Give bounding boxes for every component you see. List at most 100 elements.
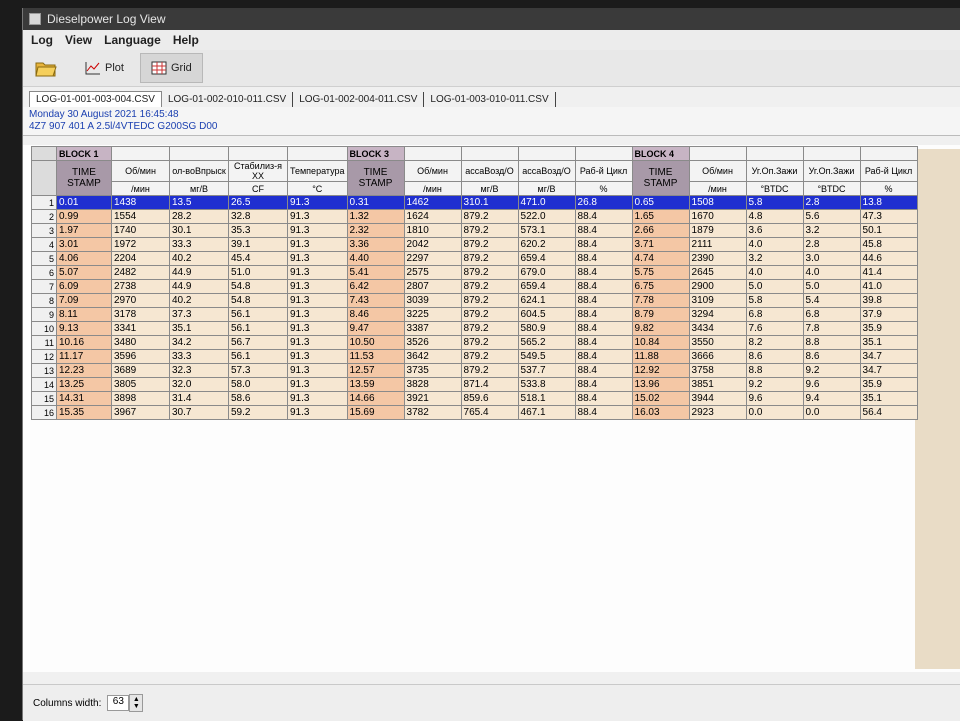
- table-row[interactable]: 8 7.09 2970 40.2 54.8 91.3 7.43 3039 879.2 624.1 8…: [31, 293, 918, 308]
- row-number[interactable]: 14: [31, 377, 57, 392]
- timestamp-cell[interactable]: 15.69: [346, 405, 405, 420]
- value-cell[interactable]: 54.8: [228, 279, 288, 294]
- value-cell[interactable]: 44.9: [169, 279, 229, 294]
- timestamp-cell[interactable]: 3.01: [56, 237, 112, 252]
- value-cell[interactable]: 3666: [688, 349, 747, 364]
- value-cell[interactable]: 56.1: [228, 349, 288, 364]
- value-cell[interactable]: 2297: [403, 251, 462, 266]
- value-cell[interactable]: 537.7: [517, 363, 576, 378]
- b1-rpm-header[interactable]: Об/мин: [111, 160, 170, 182]
- value-cell[interactable]: 51.0: [228, 265, 288, 280]
- row-number[interactable]: 16: [31, 405, 57, 420]
- value-cell[interactable]: 8.2: [745, 335, 804, 350]
- value-cell[interactable]: 3341: [111, 321, 170, 336]
- value-cell[interactable]: 879.2: [460, 363, 519, 378]
- timestamp-cell[interactable]: 7.78: [631, 293, 690, 308]
- row-number[interactable]: 10: [31, 321, 57, 336]
- value-cell[interactable]: 1810: [403, 223, 462, 238]
- table-row[interactable]: 11 10.16 3480 34.2 56.7 91.3 10.50 3526 879.2 565…: [31, 335, 918, 350]
- value-cell[interactable]: 7.8: [802, 321, 861, 336]
- b1-temp-header[interactable]: Температура: [287, 160, 348, 182]
- row-number[interactable]: 2: [31, 209, 57, 224]
- spin-up-icon[interactable]: ▲: [133, 696, 140, 703]
- value-cell[interactable]: 1624: [403, 209, 462, 224]
- timestamp-cell[interactable]: 11.17: [56, 349, 112, 364]
- timestamp-cell[interactable]: 9.47: [346, 321, 405, 336]
- value-cell[interactable]: 88.4: [574, 251, 633, 266]
- timestamp-cell[interactable]: 12.57: [346, 363, 405, 378]
- value-cell[interactable]: 3851: [688, 377, 747, 392]
- value-cell[interactable]: 3178: [111, 307, 170, 322]
- value-cell[interactable]: 54.8: [228, 293, 288, 308]
- value-cell[interactable]: 1740: [111, 223, 170, 238]
- timestamp-cell[interactable]: 1.32: [346, 209, 405, 224]
- timestamp-cell[interactable]: 3.71: [631, 237, 690, 252]
- timestamp-cell[interactable]: 15.02: [631, 391, 690, 406]
- value-cell[interactable]: 39.8: [859, 293, 918, 308]
- value-cell[interactable]: 5.6: [802, 209, 861, 224]
- value-cell[interactable]: 2970: [111, 293, 170, 308]
- value-cell[interactable]: 765.4: [460, 405, 519, 420]
- value-cell[interactable]: 5.0: [745, 279, 804, 294]
- value-cell[interactable]: 91.3: [287, 237, 348, 252]
- b4-timing2-header[interactable]: Уг.Оп.Зажи: [802, 160, 861, 182]
- value-cell[interactable]: 3039: [403, 293, 462, 308]
- value-cell[interactable]: 0.0: [745, 405, 804, 420]
- value-cell[interactable]: 37.9: [859, 307, 918, 322]
- value-cell[interactable]: 28.2: [169, 209, 229, 224]
- table-row[interactable]: 1 0.01 1438 13.5 26.5 91.3 0.31 1462 310.1 471.0 2…: [31, 195, 918, 210]
- timestamp-cell[interactable]: 2.32: [346, 223, 405, 238]
- value-cell[interactable]: 3828: [403, 377, 462, 392]
- value-cell[interactable]: 91.3: [287, 279, 348, 294]
- b3-rpm-header[interactable]: Об/мин: [403, 160, 462, 182]
- value-cell[interactable]: 5.8: [745, 195, 804, 210]
- value-cell[interactable]: 45.4: [228, 251, 288, 266]
- value-cell[interactable]: 88.4: [574, 363, 633, 378]
- value-cell[interactable]: 9.6: [802, 377, 861, 392]
- value-cell[interactable]: 3805: [111, 377, 170, 392]
- value-cell[interactable]: 91.3: [287, 307, 348, 322]
- value-cell[interactable]: 3.2: [745, 251, 804, 266]
- value-cell[interactable]: 1972: [111, 237, 170, 252]
- value-cell[interactable]: 879.2: [460, 349, 519, 364]
- value-cell[interactable]: 604.5: [517, 307, 576, 322]
- value-cell[interactable]: 9.2: [745, 377, 804, 392]
- value-cell[interactable]: 40.2: [169, 293, 229, 308]
- value-cell[interactable]: 30.1: [169, 223, 229, 238]
- row-number[interactable]: 11: [31, 335, 57, 350]
- row-number[interactable]: 8: [31, 293, 57, 308]
- value-cell[interactable]: 1879: [688, 223, 747, 238]
- value-cell[interactable]: 91.3: [287, 349, 348, 364]
- value-cell[interactable]: 879.2: [460, 209, 519, 224]
- timestamp-cell[interactable]: 9.13: [56, 321, 112, 336]
- tab-log-1[interactable]: LOG-01-001-003-004.CSV: [29, 91, 162, 107]
- value-cell[interactable]: 3898: [111, 391, 170, 406]
- value-cell[interactable]: 1462: [403, 195, 462, 210]
- table-row[interactable]: 15 14.31 3898 31.4 58.6 91.3 14.66 3921 859.6 518…: [31, 391, 918, 406]
- value-cell[interactable]: 13.8: [859, 195, 918, 210]
- value-cell[interactable]: 2738: [111, 279, 170, 294]
- timestamp-cell[interactable]: 4.40: [346, 251, 405, 266]
- timestamp-cell[interactable]: 8.79: [631, 307, 690, 322]
- value-cell[interactable]: 91.3: [287, 335, 348, 350]
- timestamp-cell[interactable]: 6.75: [631, 279, 690, 294]
- value-cell[interactable]: 6.8: [802, 307, 861, 322]
- value-cell[interactable]: 549.5: [517, 349, 576, 364]
- value-cell[interactable]: 88.4: [574, 405, 633, 420]
- timestamp-cell[interactable]: 12.92: [631, 363, 690, 378]
- timestamp-cell[interactable]: 16.03: [631, 405, 690, 420]
- b4-rpm-header[interactable]: Об/мин: [688, 160, 747, 182]
- b3-airmass2-header[interactable]: ассаВозд/О: [517, 160, 576, 182]
- table-row[interactable]: 10 9.13 3341 35.1 56.1 91.3 9.47 3387 879.2 580.9…: [31, 321, 918, 336]
- value-cell[interactable]: 3434: [688, 321, 747, 336]
- value-cell[interactable]: 44.9: [169, 265, 229, 280]
- value-cell[interactable]: 3.0: [802, 251, 861, 266]
- tab-log-2[interactable]: LOG-01-002-010-011.CSV: [162, 92, 294, 107]
- value-cell[interactable]: 4.0: [745, 237, 804, 252]
- value-cell[interactable]: 533.8: [517, 377, 576, 392]
- value-cell[interactable]: 88.4: [574, 321, 633, 336]
- value-cell[interactable]: 91.3: [287, 321, 348, 336]
- value-cell[interactable]: 2390: [688, 251, 747, 266]
- value-cell[interactable]: 34.7: [859, 363, 918, 378]
- value-cell[interactable]: 32.3: [169, 363, 229, 378]
